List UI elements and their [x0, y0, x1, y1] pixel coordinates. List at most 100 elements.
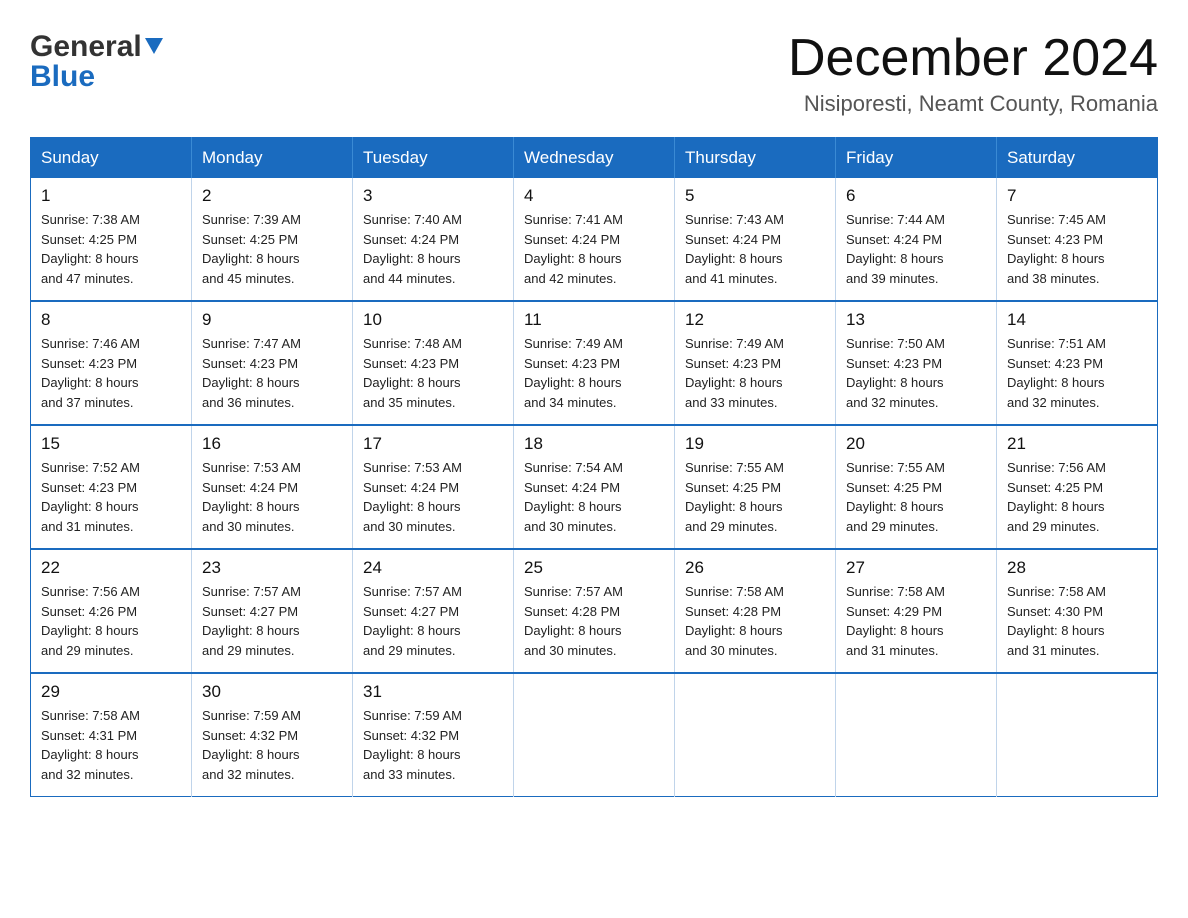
day-info: Sunrise: 7:57 AM Sunset: 4:27 PM Dayligh…	[363, 582, 503, 660]
day-cell-7: 7 Sunrise: 7:45 AM Sunset: 4:23 PM Dayli…	[997, 178, 1158, 301]
day-cell-6: 6 Sunrise: 7:44 AM Sunset: 4:24 PM Dayli…	[836, 178, 997, 301]
day-number: 3	[363, 186, 503, 206]
logo-general-text: General	[30, 30, 142, 64]
day-info: Sunrise: 7:58 AM Sunset: 4:30 PM Dayligh…	[1007, 582, 1147, 660]
week-row-3: 15 Sunrise: 7:52 AM Sunset: 4:23 PM Dayl…	[31, 425, 1158, 549]
logo: General Blue	[30, 30, 165, 94]
calendar-subtitle: Nisiporesti, Neamt County, Romania	[788, 91, 1158, 117]
day-number: 9	[202, 310, 342, 330]
day-number: 23	[202, 558, 342, 578]
day-number: 10	[363, 310, 503, 330]
day-number: 25	[524, 558, 664, 578]
day-info: Sunrise: 7:55 AM Sunset: 4:25 PM Dayligh…	[685, 458, 825, 536]
day-info: Sunrise: 7:53 AM Sunset: 4:24 PM Dayligh…	[202, 458, 342, 536]
day-cell-19: 19 Sunrise: 7:55 AM Sunset: 4:25 PM Dayl…	[675, 425, 836, 549]
day-info: Sunrise: 7:38 AM Sunset: 4:25 PM Dayligh…	[41, 210, 181, 288]
title-block: December 2024 Nisiporesti, Neamt County,…	[788, 30, 1158, 117]
day-number: 1	[41, 186, 181, 206]
day-info: Sunrise: 7:51 AM Sunset: 4:23 PM Dayligh…	[1007, 334, 1147, 412]
day-number: 22	[41, 558, 181, 578]
day-number: 20	[846, 434, 986, 454]
day-number: 29	[41, 682, 181, 702]
day-info: Sunrise: 7:59 AM Sunset: 4:32 PM Dayligh…	[363, 706, 503, 784]
day-cell-28: 28 Sunrise: 7:58 AM Sunset: 4:30 PM Dayl…	[997, 549, 1158, 673]
day-number: 13	[846, 310, 986, 330]
day-number: 30	[202, 682, 342, 702]
day-number: 14	[1007, 310, 1147, 330]
day-cell-8: 8 Sunrise: 7:46 AM Sunset: 4:23 PM Dayli…	[31, 301, 192, 425]
day-info: Sunrise: 7:58 AM Sunset: 4:29 PM Dayligh…	[846, 582, 986, 660]
day-info: Sunrise: 7:57 AM Sunset: 4:27 PM Dayligh…	[202, 582, 342, 660]
day-info: Sunrise: 7:55 AM Sunset: 4:25 PM Dayligh…	[846, 458, 986, 536]
day-number: 26	[685, 558, 825, 578]
day-number: 31	[363, 682, 503, 702]
day-info: Sunrise: 7:49 AM Sunset: 4:23 PM Dayligh…	[524, 334, 664, 412]
day-info: Sunrise: 7:45 AM Sunset: 4:23 PM Dayligh…	[1007, 210, 1147, 288]
day-number: 6	[846, 186, 986, 206]
day-cell-11: 11 Sunrise: 7:49 AM Sunset: 4:23 PM Dayl…	[514, 301, 675, 425]
day-number: 19	[685, 434, 825, 454]
day-number: 24	[363, 558, 503, 578]
day-info: Sunrise: 7:59 AM Sunset: 4:32 PM Dayligh…	[202, 706, 342, 784]
week-row-1: 1 Sunrise: 7:38 AM Sunset: 4:25 PM Dayli…	[31, 178, 1158, 301]
weekday-header-friday: Friday	[836, 138, 997, 179]
weekday-header-saturday: Saturday	[997, 138, 1158, 179]
day-number: 8	[41, 310, 181, 330]
week-row-2: 8 Sunrise: 7:46 AM Sunset: 4:23 PM Dayli…	[31, 301, 1158, 425]
day-info: Sunrise: 7:56 AM Sunset: 4:26 PM Dayligh…	[41, 582, 181, 660]
day-number: 18	[524, 434, 664, 454]
day-cell-30: 30 Sunrise: 7:59 AM Sunset: 4:32 PM Dayl…	[192, 673, 353, 797]
day-cell-13: 13 Sunrise: 7:50 AM Sunset: 4:23 PM Dayl…	[836, 301, 997, 425]
day-info: Sunrise: 7:39 AM Sunset: 4:25 PM Dayligh…	[202, 210, 342, 288]
weekday-header-wednesday: Wednesday	[514, 138, 675, 179]
weekday-header-thursday: Thursday	[675, 138, 836, 179]
day-cell-16: 16 Sunrise: 7:53 AM Sunset: 4:24 PM Dayl…	[192, 425, 353, 549]
weekday-header-tuesday: Tuesday	[353, 138, 514, 179]
day-info: Sunrise: 7:54 AM Sunset: 4:24 PM Dayligh…	[524, 458, 664, 536]
day-cell-23: 23 Sunrise: 7:57 AM Sunset: 4:27 PM Dayl…	[192, 549, 353, 673]
day-cell-5: 5 Sunrise: 7:43 AM Sunset: 4:24 PM Dayli…	[675, 178, 836, 301]
page-header: General Blue December 2024 Nisiporesti, …	[30, 30, 1158, 117]
day-cell-14: 14 Sunrise: 7:51 AM Sunset: 4:23 PM Dayl…	[997, 301, 1158, 425]
empty-cell	[836, 673, 997, 797]
day-info: Sunrise: 7:48 AM Sunset: 4:23 PM Dayligh…	[363, 334, 503, 412]
empty-cell	[675, 673, 836, 797]
calendar-title: December 2024	[788, 30, 1158, 87]
day-cell-2: 2 Sunrise: 7:39 AM Sunset: 4:25 PM Dayli…	[192, 178, 353, 301]
logo-triangle-icon	[143, 34, 165, 56]
day-info: Sunrise: 7:46 AM Sunset: 4:23 PM Dayligh…	[41, 334, 181, 412]
day-cell-9: 9 Sunrise: 7:47 AM Sunset: 4:23 PM Dayli…	[192, 301, 353, 425]
day-cell-4: 4 Sunrise: 7:41 AM Sunset: 4:24 PM Dayli…	[514, 178, 675, 301]
day-cell-24: 24 Sunrise: 7:57 AM Sunset: 4:27 PM Dayl…	[353, 549, 514, 673]
empty-cell	[514, 673, 675, 797]
day-cell-15: 15 Sunrise: 7:52 AM Sunset: 4:23 PM Dayl…	[31, 425, 192, 549]
day-info: Sunrise: 7:47 AM Sunset: 4:23 PM Dayligh…	[202, 334, 342, 412]
day-cell-20: 20 Sunrise: 7:55 AM Sunset: 4:25 PM Dayl…	[836, 425, 997, 549]
day-cell-22: 22 Sunrise: 7:56 AM Sunset: 4:26 PM Dayl…	[31, 549, 192, 673]
day-cell-29: 29 Sunrise: 7:58 AM Sunset: 4:31 PM Dayl…	[31, 673, 192, 797]
day-number: 4	[524, 186, 664, 206]
day-info: Sunrise: 7:44 AM Sunset: 4:24 PM Dayligh…	[846, 210, 986, 288]
day-cell-3: 3 Sunrise: 7:40 AM Sunset: 4:24 PM Dayli…	[353, 178, 514, 301]
day-cell-17: 17 Sunrise: 7:53 AM Sunset: 4:24 PM Dayl…	[353, 425, 514, 549]
day-number: 11	[524, 310, 664, 330]
day-number: 7	[1007, 186, 1147, 206]
day-cell-25: 25 Sunrise: 7:57 AM Sunset: 4:28 PM Dayl…	[514, 549, 675, 673]
day-cell-21: 21 Sunrise: 7:56 AM Sunset: 4:25 PM Dayl…	[997, 425, 1158, 549]
weekday-header-monday: Monday	[192, 138, 353, 179]
day-cell-1: 1 Sunrise: 7:38 AM Sunset: 4:25 PM Dayli…	[31, 178, 192, 301]
week-row-4: 22 Sunrise: 7:56 AM Sunset: 4:26 PM Dayl…	[31, 549, 1158, 673]
day-cell-27: 27 Sunrise: 7:58 AM Sunset: 4:29 PM Dayl…	[836, 549, 997, 673]
day-cell-31: 31 Sunrise: 7:59 AM Sunset: 4:32 PM Dayl…	[353, 673, 514, 797]
day-number: 16	[202, 434, 342, 454]
day-number: 15	[41, 434, 181, 454]
day-info: Sunrise: 7:40 AM Sunset: 4:24 PM Dayligh…	[363, 210, 503, 288]
weekday-header-sunday: Sunday	[31, 138, 192, 179]
day-info: Sunrise: 7:58 AM Sunset: 4:28 PM Dayligh…	[685, 582, 825, 660]
day-info: Sunrise: 7:50 AM Sunset: 4:23 PM Dayligh…	[846, 334, 986, 412]
calendar-table: SundayMondayTuesdayWednesdayThursdayFrid…	[30, 137, 1158, 797]
empty-cell	[997, 673, 1158, 797]
day-info: Sunrise: 7:53 AM Sunset: 4:24 PM Dayligh…	[363, 458, 503, 536]
day-cell-12: 12 Sunrise: 7:49 AM Sunset: 4:23 PM Dayl…	[675, 301, 836, 425]
week-row-5: 29 Sunrise: 7:58 AM Sunset: 4:31 PM Dayl…	[31, 673, 1158, 797]
